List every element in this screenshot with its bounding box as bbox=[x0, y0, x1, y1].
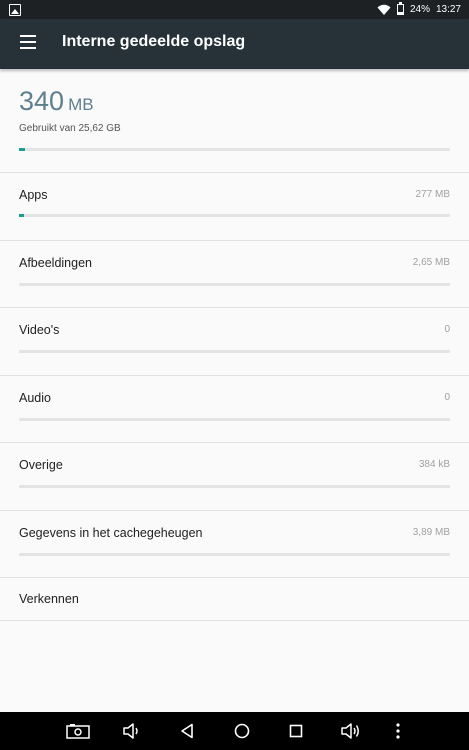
category-bar bbox=[19, 553, 450, 556]
category-label: Audio bbox=[19, 391, 51, 405]
status-bar: 24% 13:27 bbox=[0, 0, 469, 19]
volume-up-icon[interactable] bbox=[333, 712, 369, 750]
category-audio[interactable]: Audio 0 bbox=[0, 376, 469, 443]
navigation-bar bbox=[0, 712, 469, 750]
category-size: 3,89 MB bbox=[412, 527, 450, 538]
used-value: 340 bbox=[19, 86, 65, 116]
category-label: Afbeeldingen bbox=[19, 256, 92, 270]
storage-summary: 340 MB Gebruikt van 25,62 GB bbox=[0, 69, 469, 172]
recents-icon[interactable] bbox=[278, 712, 314, 750]
explore-label: Verkennen bbox=[19, 592, 79, 606]
used-amount: 340 MB bbox=[19, 86, 94, 117]
category-other[interactable]: Overige 384 kB bbox=[0, 443, 469, 510]
wifi-icon bbox=[377, 4, 391, 15]
total-storage-text: Gebruikt van 25,62 GB bbox=[19, 123, 121, 134]
category-size: 0 bbox=[444, 392, 450, 403]
category-size: 0 bbox=[444, 324, 450, 335]
category-bar bbox=[19, 418, 450, 421]
category-size: 384 kB bbox=[418, 459, 450, 470]
screenshot-icon[interactable] bbox=[60, 712, 96, 750]
category-videos[interactable]: Video's 0 bbox=[0, 308, 469, 375]
clock: 13:27 bbox=[435, 4, 461, 15]
total-usage-bar bbox=[19, 148, 450, 151]
category-bar bbox=[19, 485, 450, 488]
category-bar bbox=[19, 214, 450, 217]
category-bar-fill bbox=[19, 214, 24, 217]
page-title: Interne gedeelde opslag bbox=[62, 33, 246, 50]
menu-icon[interactable] bbox=[20, 35, 36, 49]
more-icon[interactable] bbox=[380, 712, 416, 750]
category-apps[interactable]: Apps 277 MB bbox=[0, 173, 469, 240]
category-size: 277 MB bbox=[415, 189, 450, 200]
category-size: 2,65 MB bbox=[412, 257, 450, 268]
category-label: Video's bbox=[19, 323, 60, 337]
category-images[interactable]: Afbeeldingen 2,65 MB bbox=[0, 241, 469, 308]
total-usage-fill bbox=[19, 148, 25, 151]
category-bar bbox=[19, 350, 450, 353]
category-label: Apps bbox=[19, 188, 48, 202]
category-label: Gegevens in het cachegeheugen bbox=[19, 526, 203, 540]
used-unit: MB bbox=[68, 95, 94, 114]
app-bar: Interne gedeelde opslag bbox=[0, 19, 469, 69]
category-cache[interactable]: Gegevens in het cachegeheugen 3,89 MB bbox=[0, 511, 469, 578]
category-bar bbox=[19, 283, 450, 286]
battery-percent: 24% bbox=[409, 4, 430, 15]
back-icon[interactable] bbox=[169, 712, 205, 750]
volume-down-icon[interactable] bbox=[114, 712, 150, 750]
battery-icon bbox=[396, 2, 404, 15]
explore-item[interactable]: Verkennen bbox=[0, 578, 469, 620]
category-label: Overige bbox=[19, 458, 63, 472]
home-icon[interactable] bbox=[224, 712, 260, 750]
image-icon bbox=[9, 4, 21, 16]
divider bbox=[0, 620, 469, 621]
